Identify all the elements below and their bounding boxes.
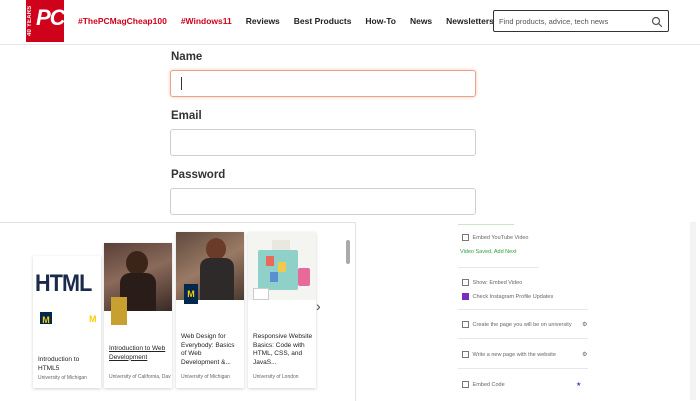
thumb-graphic bbox=[278, 262, 286, 272]
course-university: University of London bbox=[253, 374, 299, 380]
name-field[interactable] bbox=[170, 70, 476, 97]
course-panel-scrollbar[interactable] bbox=[346, 240, 350, 264]
main-nav: #ThePCMagCheap100 #Windows11 Reviews Bes… bbox=[78, 16, 508, 26]
settings-icon[interactable]: ⚙ bbox=[582, 351, 587, 358]
sidebar-item-label: Create the page you will be on universit… bbox=[472, 321, 572, 328]
page-icon bbox=[462, 321, 469, 328]
embed-icon bbox=[462, 234, 469, 241]
divider bbox=[458, 224, 514, 225]
thumb-graphic bbox=[298, 268, 310, 286]
password-label: Password bbox=[171, 169, 226, 181]
nav-cheap100[interactable]: #ThePCMagCheap100 bbox=[78, 16, 167, 26]
sidebar-item-status: Video Saved, Add Next bbox=[460, 249, 517, 255]
thumb-graphic bbox=[266, 256, 274, 266]
instructor-body bbox=[200, 258, 234, 300]
sidebar-item[interactable]: Create the page you will be on universit… bbox=[462, 321, 572, 328]
thumb-graphic bbox=[270, 272, 278, 282]
sidebar-item[interactable]: Show: Embed Video bbox=[462, 279, 522, 286]
nav-reviews[interactable]: Reviews bbox=[246, 16, 280, 26]
password-field[interactable] bbox=[170, 188, 476, 215]
course-title[interactable]: Introduction to HTML5 bbox=[38, 356, 98, 373]
page-icon bbox=[462, 351, 469, 358]
html-thumb-text: HTML bbox=[35, 270, 92, 297]
course-card[interactable]: Introduction to Web Development Universi… bbox=[104, 243, 172, 388]
umich-mark-icon: M bbox=[89, 314, 97, 324]
text-caret bbox=[181, 77, 182, 90]
sidebar-item[interactable]: Check Instagram Profile Updates bbox=[462, 293, 553, 300]
umich-logo: M bbox=[40, 312, 52, 324]
ulondon-logo bbox=[253, 288, 269, 300]
search-placeholder: Find products, advice, tech news bbox=[499, 17, 609, 26]
divider bbox=[458, 267, 538, 268]
sidebar-item[interactable]: Embed YouTube Video bbox=[462, 234, 529, 241]
sidebar-item[interactable]: Embed Code bbox=[462, 381, 505, 388]
course-university: University of Michigan bbox=[181, 374, 230, 380]
course-university: University of California, Davis bbox=[109, 374, 171, 380]
sidebar-item-label: Embed YouTube Video bbox=[472, 234, 529, 241]
nav-best-products[interactable]: Best Products bbox=[294, 16, 352, 26]
logo-text: PC bbox=[36, 5, 66, 30]
sidebar-item-label: Check Instagram Profile Updates bbox=[472, 293, 554, 300]
email-field[interactable] bbox=[170, 129, 476, 156]
course-thumbnail bbox=[248, 232, 316, 300]
course-card[interactable]: M Web Design for Everybody: Basics of We… bbox=[176, 232, 244, 388]
site-header: 40 YEARS PC #ThePCMagCheap100 #Windows11… bbox=[0, 0, 700, 45]
sidebar-panel: Embed YouTube Video Video Saved, Add Nex… bbox=[458, 222, 700, 400]
course-thumbnail: HTML M M bbox=[33, 256, 101, 324]
logo-years: 40 YEARS bbox=[27, 5, 33, 37]
sidebar-item[interactable]: Write a new page with the website bbox=[462, 351, 556, 358]
share-icon[interactable]: ★ bbox=[576, 381, 581, 388]
settings-icon[interactable]: ⚙ bbox=[582, 321, 587, 328]
instagram-icon bbox=[462, 293, 469, 300]
sidebar-item-label: Embed Code bbox=[472, 381, 505, 388]
course-university: University of Michigan bbox=[38, 375, 87, 381]
nav-how-to[interactable]: How-To bbox=[365, 16, 396, 26]
ucdavis-logo bbox=[111, 297, 127, 325]
umich-logo: M bbox=[184, 284, 198, 304]
carousel-next-chevron-icon[interactable]: › bbox=[316, 298, 321, 314]
nav-newsletters[interactable]: Newsletters bbox=[446, 16, 494, 26]
nav-windows11[interactable]: #Windows11 bbox=[181, 16, 232, 26]
divider bbox=[458, 309, 588, 310]
email-label: Email bbox=[171, 110, 202, 122]
course-title[interactable]: Responsive Website Basics: Code with HTM… bbox=[253, 333, 313, 367]
course-card[interactable]: Responsive Website Basics: Code with HTM… bbox=[248, 232, 316, 388]
name-label: Name bbox=[171, 51, 203, 63]
page-scrollbar[interactable] bbox=[690, 222, 696, 400]
instructor-photo bbox=[206, 238, 226, 260]
divider bbox=[458, 368, 588, 369]
sidebar-item-label: Show: Embed Video bbox=[472, 279, 523, 286]
search-input[interactable]: Find products, advice, tech news bbox=[493, 10, 669, 32]
pcmag-logo[interactable]: 40 YEARS PC bbox=[26, 0, 66, 42]
nav-news[interactable]: News bbox=[410, 16, 432, 26]
divider bbox=[458, 338, 588, 339]
instructor-photo bbox=[126, 251, 148, 275]
course-title[interactable]: Web Design for Everybody: Basics of Web … bbox=[181, 333, 241, 367]
search-icon[interactable] bbox=[651, 15, 663, 33]
video-icon bbox=[462, 279, 469, 286]
code-icon bbox=[462, 381, 469, 388]
course-card[interactable]: HTML M M Introduction to HTML5 Universit… bbox=[33, 256, 101, 388]
sidebar-item-label: Write a new page with the website bbox=[472, 351, 556, 358]
course-title[interactable]: Introduction to Web Development bbox=[109, 345, 169, 362]
